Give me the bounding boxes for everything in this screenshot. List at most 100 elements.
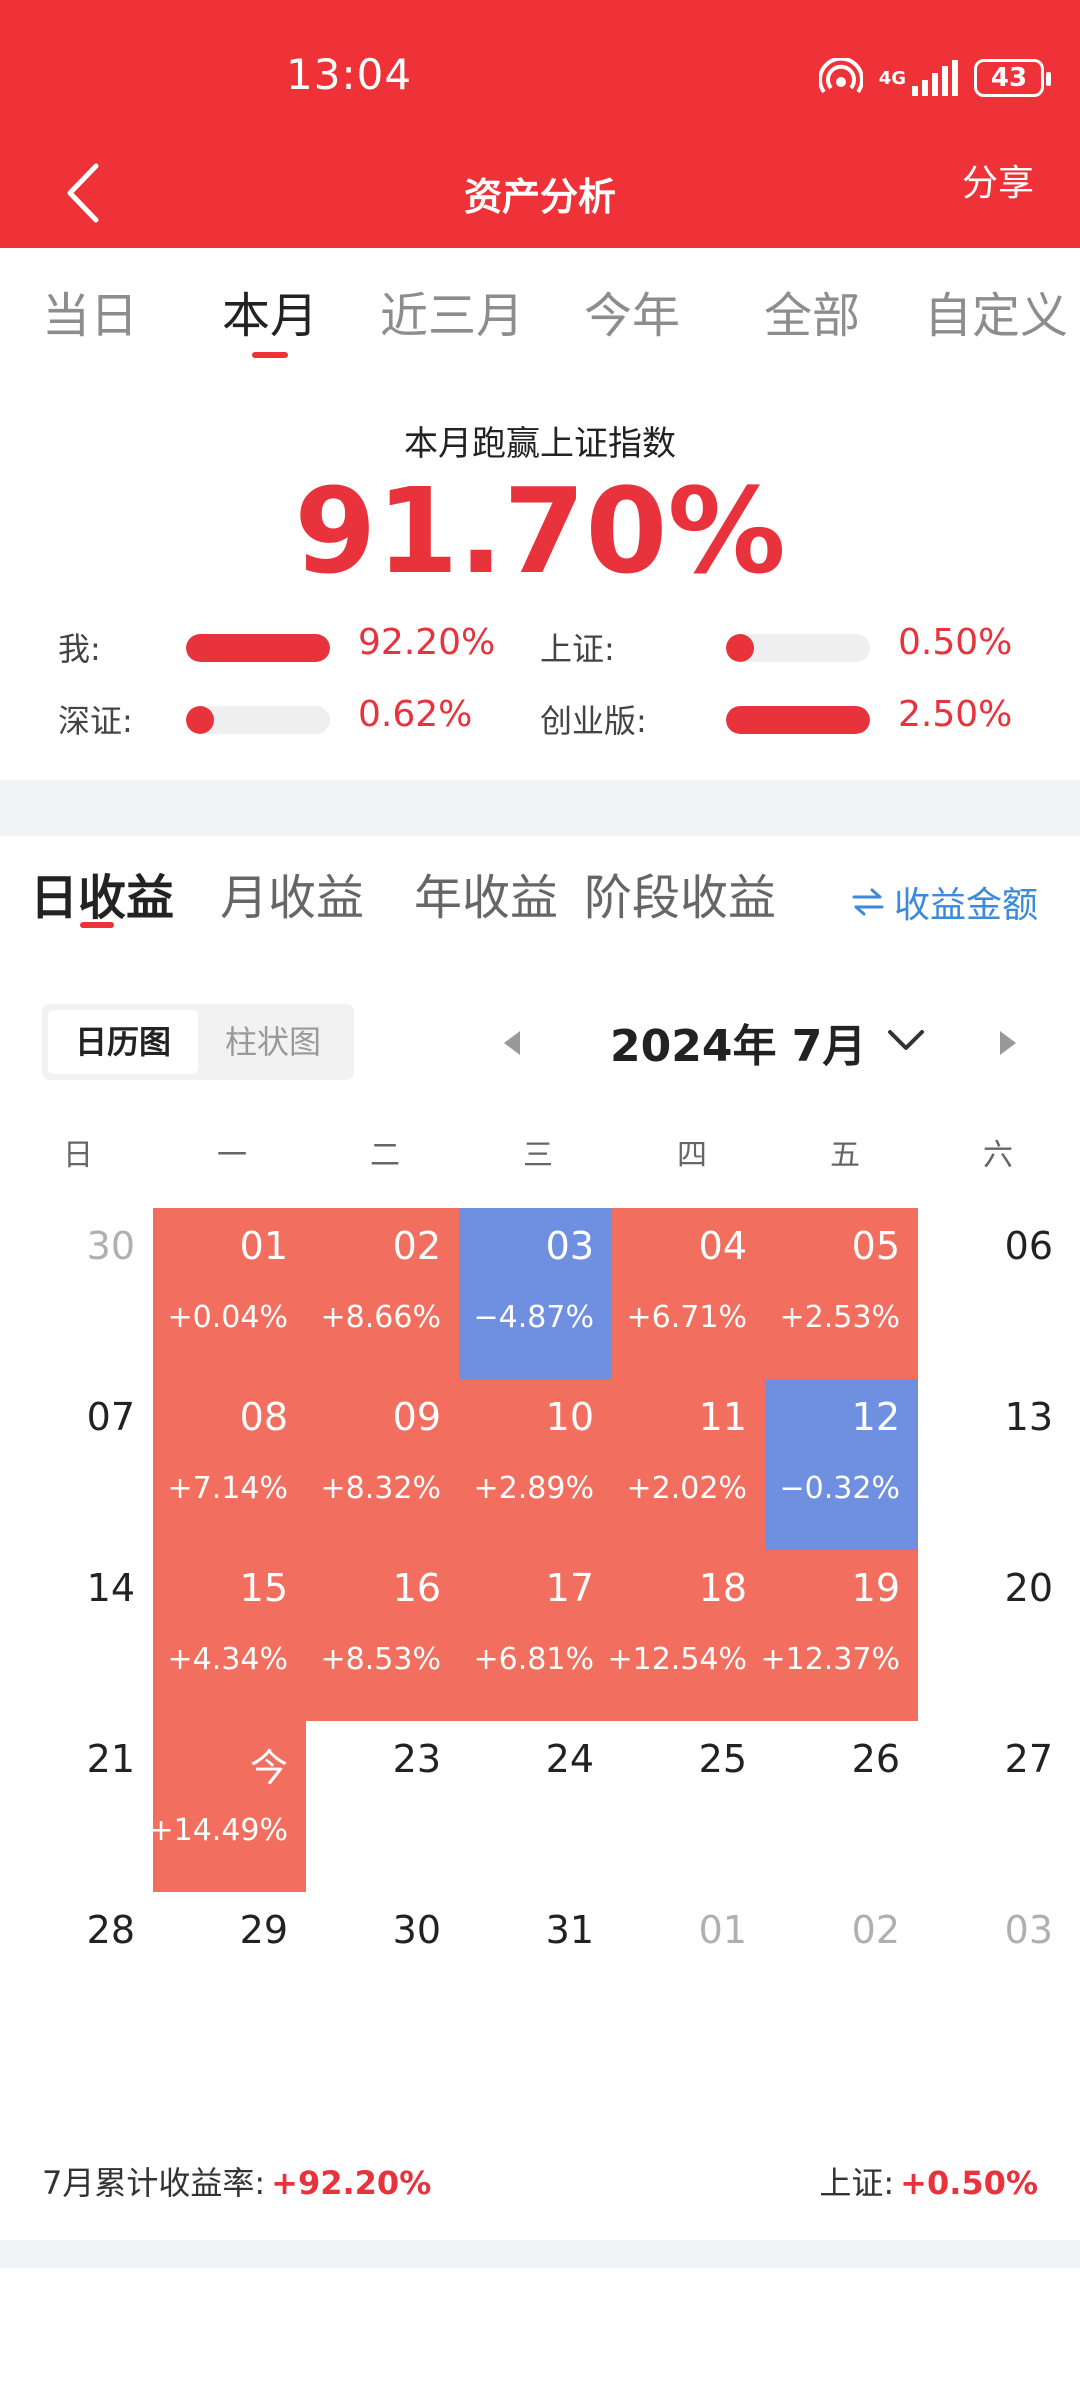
tab-today[interactable]: 当日 (42, 276, 138, 346)
share-button[interactable]: 分享 (962, 154, 1034, 206)
tab-daily-profit[interactable]: 日收益 (30, 858, 174, 928)
calendar-day-return: +2.02% (626, 1471, 747, 1506)
profit-amount-toggle[interactable]: 收益金额 (852, 876, 1038, 928)
compare-me: 我: 92.20% (58, 622, 508, 668)
calendar-day-cell[interactable]: 20 (918, 1550, 1071, 1721)
calendar-day-cell[interactable]: 01 +0.04% (153, 1208, 306, 1379)
calendar-day-number: 06 (1004, 1224, 1053, 1268)
calendar-day-cell[interactable]: 03 (918, 1892, 1071, 2063)
status-time: 13:04 (286, 50, 413, 99)
calendar-day-cell[interactable]: 30 (306, 1892, 459, 2063)
tab-this-month[interactable]: 本月 (222, 276, 318, 346)
compare-chinext: 创业版: 2.50% (540, 694, 1040, 740)
compare-label: 上证: (540, 630, 615, 668)
calendar-view-button[interactable]: 日历图 (48, 1010, 198, 1074)
calendar-day-number: 05 (851, 1224, 900, 1268)
weekday-header: 日 一 二 三 四 五 六 (0, 1130, 1080, 1173)
compare-shenzhen: 深证: 0.62% (58, 694, 508, 740)
calendar-day-cell[interactable]: 13 (918, 1379, 1071, 1550)
calendar-day-return: +14.49% (148, 1813, 288, 1848)
calendar-day-cell[interactable]: 02 (765, 1892, 918, 2063)
calendar-day-cell[interactable]: 31 (459, 1892, 612, 2063)
next-month-button[interactable] (996, 1028, 1020, 1058)
calendar-day-cell[interactable]: 12 −0.32% (765, 1379, 918, 1550)
compare-bar (726, 634, 870, 662)
active-tab-indicator (252, 352, 288, 358)
tab-three-months[interactable]: 近三月 (380, 276, 524, 346)
index-return-value: +0.50% (900, 2164, 1038, 2202)
chevron-down-icon (888, 1030, 924, 1050)
calendar-day-cell[interactable]: 15 +4.34% (153, 1550, 306, 1721)
section-divider (0, 780, 1080, 836)
calendar-day-return: +8.32% (320, 1471, 441, 1506)
calendar-day-cell[interactable]: 28 (0, 1892, 153, 2063)
calendar-day-number: 13 (1004, 1395, 1053, 1439)
battery-icon: 43 (974, 59, 1051, 97)
calendar-day-cell[interactable]: 21 (0, 1721, 153, 1892)
calendar-day-cell[interactable]: 30 (0, 1208, 153, 1379)
calendar-day-cell[interactable]: 07 (0, 1379, 153, 1550)
cumulative-return-value: +92.20% (271, 2164, 432, 2202)
calendar-day-cell[interactable]: 06 (918, 1208, 1071, 1379)
calendar-day-cell[interactable]: 10 +2.89% (459, 1379, 612, 1550)
compare-bar-fill (726, 634, 754, 662)
calendar-day-number: 14 (86, 1566, 135, 1610)
tab-period-profit[interactable]: 阶段收益 (584, 858, 776, 928)
calendar-day-return: +0.04% (167, 1300, 288, 1335)
tab-this-year[interactable]: 今年 (584, 276, 680, 346)
month-label[interactable]: 2024年 7月 (610, 1010, 866, 1074)
calendar-day-number: 25 (698, 1737, 747, 1781)
calendar-day-cell[interactable]: 25 (612, 1721, 765, 1892)
calendar-day-cell[interactable]: 03 −4.87% (459, 1208, 612, 1379)
calendar-day-cell[interactable]: 09 +8.32% (306, 1379, 459, 1550)
tab-custom[interactable]: 自定义 (924, 276, 1068, 346)
signal-icon: 4G (879, 60, 958, 96)
compare-value: 2.50% (898, 694, 1013, 735)
calendar-day-cell[interactable]: 19 +12.37% (760, 1550, 918, 1721)
compare-label: 创业版: (540, 702, 647, 740)
calendar-day-cell[interactable]: 29 (153, 1892, 306, 2063)
calendar-day-return: +6.81% (473, 1642, 594, 1677)
calendar-day-number: 23 (392, 1737, 441, 1781)
calendar-day-number: 02 (851, 1908, 900, 1952)
calendar-day-cell[interactable]: 04 +6.71% (612, 1208, 765, 1379)
calendar-day-cell[interactable]: 05 +2.53% (765, 1208, 918, 1379)
calendar-day-number: 08 (239, 1395, 288, 1439)
calendar-day-number: 今 (249, 1746, 288, 1790)
calendar-day-number: 17 (545, 1566, 594, 1610)
calendar-day-number: 31 (545, 1908, 594, 1952)
calendar-day-return: +6.71% (626, 1300, 747, 1335)
cumulative-return-label: 7月累计收益率: (42, 2164, 266, 2202)
calendar-day-return: −0.32% (779, 1471, 900, 1506)
calendar-day-cell[interactable]: 今 +14.49% (148, 1721, 306, 1892)
calendar-day-cell[interactable]: 02 +8.66% (306, 1208, 459, 1379)
tab-yearly-profit[interactable]: 年收益 (414, 858, 558, 928)
compare-bar (726, 706, 870, 734)
calendar-day-cell[interactable]: 23 (306, 1721, 459, 1892)
compare-value: 0.50% (898, 622, 1013, 663)
calendar-day-number: 10 (545, 1395, 594, 1439)
calendar-day-cell[interactable]: 18 +12.54% (607, 1550, 765, 1721)
month-dropdown-button[interactable] (884, 1022, 928, 1058)
calendar-day-number: 28 (86, 1908, 135, 1952)
calendar-day-number: 12 (851, 1395, 900, 1439)
calendar-day-cell[interactable]: 08 +7.14% (153, 1379, 306, 1550)
prev-month-button[interactable] (500, 1028, 524, 1058)
calendar-day-cell[interactable]: 11 +2.02% (612, 1379, 765, 1550)
calendar-day-cell[interactable]: 27 (918, 1721, 1071, 1892)
bar-view-button[interactable]: 柱状图 (198, 1010, 348, 1074)
calendar-day-cell[interactable]: 26 (765, 1721, 918, 1892)
calendar-day-number: 18 (698, 1566, 747, 1610)
calendar-day-cell[interactable]: 01 (612, 1892, 765, 2063)
compare-value: 0.62% (358, 694, 473, 735)
calendar-day-cell[interactable]: 16 +8.53% (306, 1550, 459, 1721)
calendar-day-return: +8.53% (320, 1642, 441, 1677)
calendar-day-number: 24 (545, 1737, 594, 1781)
calendar-day-cell[interactable]: 14 (0, 1550, 153, 1721)
calendar-day-number: 26 (851, 1737, 900, 1781)
tab-all[interactable]: 全部 (764, 276, 860, 346)
tab-monthly-profit[interactable]: 月收益 (220, 858, 364, 928)
calendar-day-cell[interactable]: 17 +6.81% (459, 1550, 612, 1721)
calendar-day-cell[interactable]: 24 (459, 1721, 612, 1892)
calendar-day-number: 20 (1004, 1566, 1053, 1610)
